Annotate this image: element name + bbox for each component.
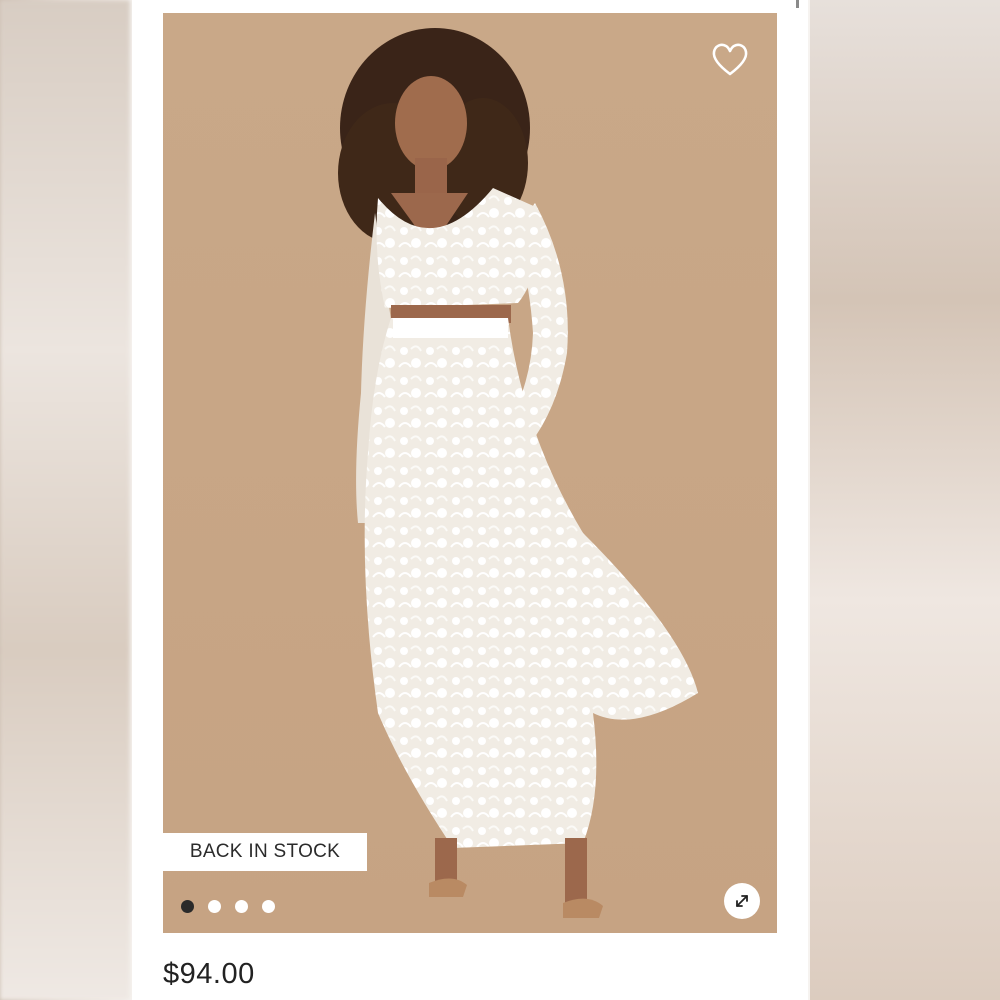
carousel-dot-1[interactable] — [181, 900, 194, 913]
carousel-dots — [181, 900, 275, 916]
expand-image-button[interactable] — [724, 883, 760, 919]
carousel-dot-3[interactable] — [235, 900, 248, 913]
product-photo[interactable] — [163, 13, 777, 933]
scroll-indicator — [796, 0, 799, 8]
expand-arrows-icon — [736, 895, 748, 907]
carousel-dot-4[interactable] — [262, 900, 275, 913]
back-in-stock-badge: BACK IN STOCK — [163, 833, 367, 871]
carousel-dot-2[interactable] — [208, 900, 221, 913]
background-right — [810, 0, 1000, 1000]
product-price: $94.00 — [163, 958, 255, 990]
background-left — [0, 0, 130, 1000]
favorite-heart-icon[interactable] — [710, 40, 750, 80]
